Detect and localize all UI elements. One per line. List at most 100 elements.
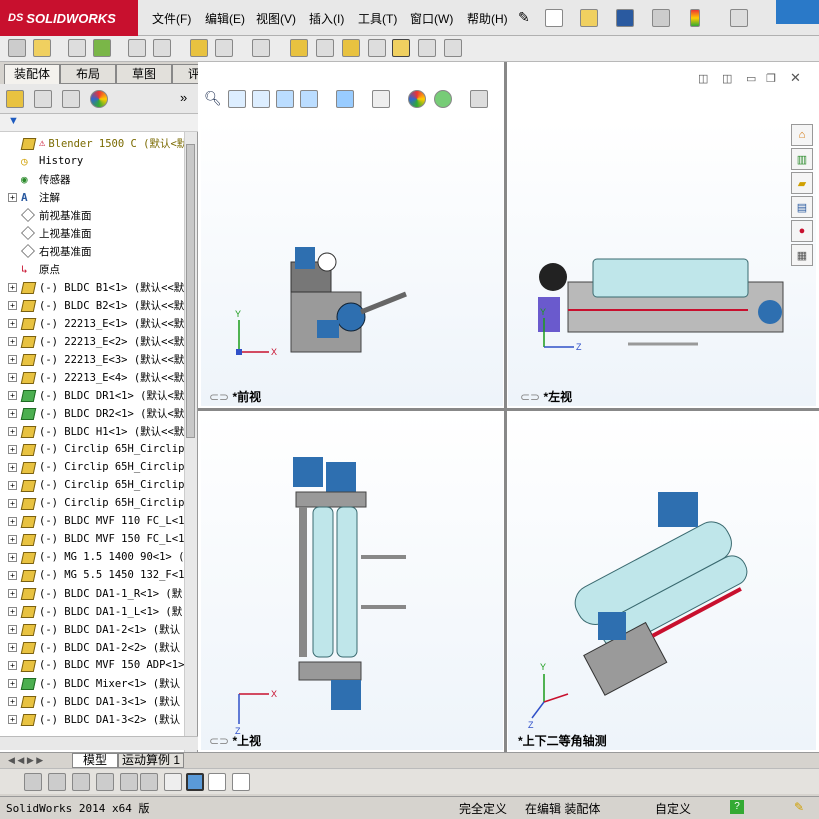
expand-icon[interactable]: + [8, 534, 17, 544]
graphics-area[interactable]: 🔍︎ ◫ ◫ ▭ ❐ ✕ Y X ⊂⊃ *前视 Y Z ⊂⊃ *左视 X Z ⊂… [198, 62, 819, 752]
tree-item-plane[interactable]: 前视基准面 [0, 206, 92, 224]
assembly-features-icon[interactable] [215, 39, 233, 57]
component-pattern-icon[interactable] [93, 39, 111, 57]
tab-sketch[interactable]: 草图 [116, 64, 172, 84]
view-icon-3[interactable] [72, 773, 90, 791]
expand-icon[interactable]: + [8, 408, 17, 418]
tree-item-component[interactable]: + (-) BLDC B1<1> (默认<<默 [0, 278, 184, 296]
hide-show-items-icon[interactable] [372, 90, 390, 108]
tree-item-component[interactable]: + (-) BLDC H1<1> (默认<<默 [0, 422, 184, 440]
zoom-area-icon[interactable] [228, 90, 246, 108]
tree-scrollbar-thumb[interactable] [186, 144, 195, 438]
tree-item-component[interactable]: + (-) 22213_E<2> (默认<<默 [0, 332, 184, 350]
menu-window[interactable]: 窗口(W) [410, 10, 453, 27]
file-explorer-icon[interactable]: ▰ [791, 172, 813, 194]
feature-tree-tab-icon[interactable] [6, 90, 24, 108]
tree-item-origin[interactable]: ↳ 原点 [0, 260, 60, 278]
expand-icon[interactable]: + [8, 678, 17, 688]
tree-item-component[interactable]: + (-) MG 1.5 1400 90<1> ( [0, 548, 184, 566]
link-views-icon[interactable]: ⊂⊃ [520, 390, 540, 404]
view-palette-icon[interactable]: ▤ [791, 196, 813, 218]
tree-item-component[interactable]: + (-) BLDC DR2<1> (默认<默 [0, 404, 184, 422]
link-views-icon[interactable]: ⊂⊃ [209, 734, 229, 748]
expand-icon[interactable]: + [8, 516, 17, 526]
menu-tools[interactable]: 工具(T) [358, 10, 397, 27]
tree-item-component[interactable]: + (-) MG 5.5 1450 132_F<1 [0, 566, 184, 584]
tab-motion-study[interactable]: 运动算例 1 [118, 753, 184, 768]
link-views-icon[interactable]: ⊂⊃ [209, 390, 229, 404]
expand-icon[interactable]: + [8, 462, 17, 472]
tree-item-sensor[interactable]: ◉ 传感器 [0, 170, 71, 188]
edit-appearance-icon[interactable] [408, 90, 426, 108]
menu-insert[interactable]: 插入(I) [309, 10, 344, 27]
snapshot-icon[interactable] [444, 39, 462, 57]
restore-icon[interactable]: ❐ [766, 72, 776, 85]
tile-right-icon[interactable]: ◫ [722, 72, 732, 85]
tree-item-component[interactable]: + (-) BLDC MVF 150 FC_L<1 [0, 530, 184, 548]
solidworks-logo[interactable]: DS SOLIDWORKS [0, 0, 138, 36]
move-component-icon[interactable] [153, 39, 171, 57]
tree-item-component[interactable]: + (-) BLDC B2<1> (默认<<默 [0, 296, 184, 314]
viewport-trimetric[interactable]: Y Z *上下二等角轴测 [508, 412, 816, 750]
property-manager-tab-icon[interactable] [34, 90, 52, 108]
options-icon[interactable] [730, 9, 748, 27]
menu-edit[interactable]: 编辑(E) [205, 10, 245, 27]
tree-item-component[interactable]: + (-) 22213_E<3> (默认<<默 [0, 350, 184, 368]
tree-root[interactable]: ⚠ Blender 1500 C (默认<默 [0, 134, 184, 152]
tree-item-component[interactable]: + (-) 22213_E<1> (默认<<默 [0, 314, 184, 332]
cloud-icon[interactable] [776, 0, 819, 24]
viewport-front[interactable]: Y X ⊂⊃ *前视 [201, 122, 503, 406]
expand-icon[interactable]: + [8, 318, 17, 328]
speedpak-icon[interactable] [418, 39, 436, 57]
viewport-horizontal-divider[interactable] [198, 408, 819, 411]
expand-icon[interactable]: + [8, 642, 17, 652]
view-icon-1[interactable] [24, 773, 42, 791]
expand-icon[interactable]: + [8, 282, 17, 292]
show-hidden-icon[interactable] [190, 39, 208, 57]
new-motion-study-icon[interactable] [290, 39, 308, 57]
tree-item-component[interactable]: + (-) BLDC DA1-1_L<1> (默 [0, 602, 182, 620]
tree-item-component[interactable]: + (-) BLDC DA1-3<2> (默认 [0, 710, 180, 728]
custom-properties-icon[interactable]: ▦ [791, 244, 813, 266]
tree-item-component[interactable]: + (-) BLDC MVF 110 FC_L<1 [0, 512, 184, 530]
expand-icon[interactable]: + [8, 426, 17, 436]
tree-item-plane[interactable]: 右视基准面 [0, 242, 92, 260]
view-orientation-icon[interactable] [300, 90, 318, 108]
view-icon-4[interactable] [96, 773, 114, 791]
display-manager-tab-icon[interactable] [90, 90, 108, 108]
tree-horizontal-scrollbar[interactable] [0, 736, 198, 750]
tree-item-component[interactable]: + (-) Circlip 65H_Circlip [0, 476, 184, 494]
expand-icon[interactable]: + [8, 696, 17, 706]
expand-icon[interactable]: + [8, 498, 17, 508]
four-view-icon[interactable] [232, 773, 250, 791]
tree-item-component[interactable]: + (-) BLDC MVF 150 ADP<1> [0, 656, 184, 674]
expand-panel-icon[interactable]: » [180, 90, 187, 105]
expand-icon[interactable]: + [8, 624, 17, 634]
filter-icon[interactable]: ▼ [8, 115, 19, 127]
design-library-icon[interactable]: ▥ [791, 148, 813, 170]
view-icon-2[interactable] [48, 773, 66, 791]
edit-component-icon[interactable] [33, 39, 51, 57]
expand-icon[interactable]: + [8, 444, 17, 454]
open-folder-icon[interactable] [580, 9, 598, 27]
menu-help[interactable]: 帮助(H) [467, 10, 508, 27]
tree-item-plane[interactable]: 上视基准面 [0, 224, 92, 242]
insert-component-icon[interactable] [8, 39, 26, 57]
close-icon[interactable]: ✕ [790, 70, 801, 86]
solidworks-resources-icon[interactable]: ⌂ [791, 124, 813, 146]
tree-item-component[interactable]: + (-) Circlip 65H_Circlip [0, 458, 184, 476]
mate-icon[interactable] [68, 39, 86, 57]
tree-item-component[interactable]: + (-) BLDC Mixer<1> (默认 [0, 674, 180, 692]
single-view-icon[interactable] [186, 773, 204, 791]
tree-item-component[interactable]: + (-) BLDC DA1-2<2> (默认 [0, 638, 180, 656]
tree-item-component[interactable]: + (-) Circlip 65H_Circlip [0, 494, 184, 512]
tree-item-component[interactable]: + (-) BLDC DA1-3<1> (默认 [0, 692, 180, 710]
expand-icon[interactable]: + [8, 390, 17, 400]
reference-geometry-icon[interactable] [252, 39, 270, 57]
tab-scroll-icons[interactable]: ◀ ◀ ▶ ▶ [8, 755, 43, 766]
tree-item-component[interactable]: + (-) Circlip 65H_Circlip [0, 440, 184, 458]
expand-icon[interactable]: + [8, 552, 17, 562]
tab-assembly[interactable]: 装配体 [4, 64, 60, 84]
tree-item-component[interactable]: + (-) BLDC DA1-2<1> (默认 [0, 620, 180, 638]
minimize-icon[interactable]: ▭ [746, 72, 756, 85]
